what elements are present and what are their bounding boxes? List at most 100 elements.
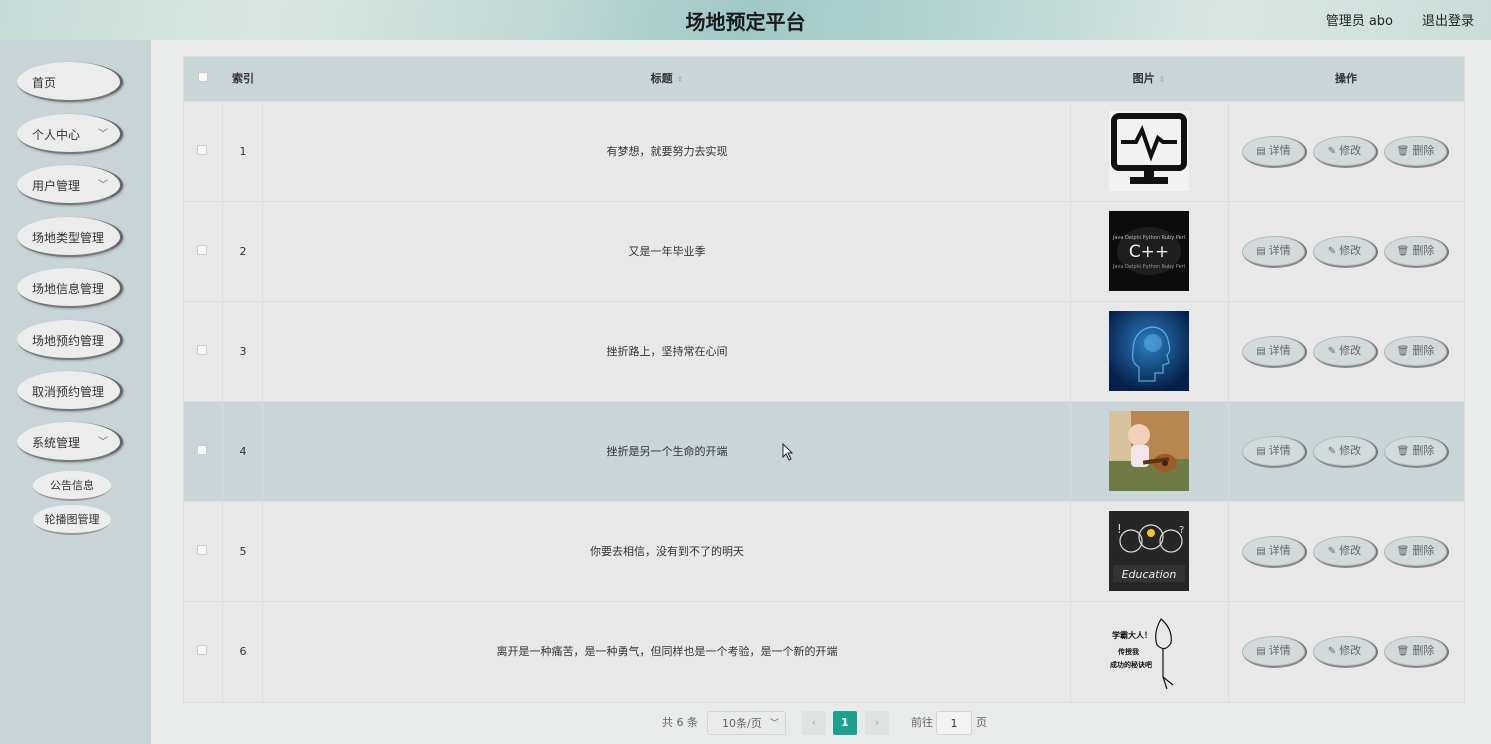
education-image[interactable]: ! ? Education [1109, 511, 1189, 591]
row-title: 又是一年毕业季 [628, 245, 706, 258]
programming-words-image[interactable]: C++ Java Delphi Python Ruby Perl Java De… [1109, 211, 1189, 291]
table-row[interactable]: 2 又是一年毕业季 C++ Java Delphi Python Ruby Pe… [184, 201, 1464, 301]
delete-label: 删除 [1412, 244, 1435, 257]
chevron-down-icon: ﹀ [98, 437, 108, 448]
column-header-title-label: 标题 [650, 72, 673, 85]
row-checkbox[interactable] [197, 502, 207, 602]
cartoon-text-3: 成功的秘诀吧 [1110, 660, 1152, 669]
sidebar-item-label: 取消预约管理 [32, 385, 105, 399]
document-icon: ▤ [1256, 246, 1266, 257]
table-row[interactable]: 6 离开是一种痛苦，是一种勇气，但同样也是一个考验，是一个新的开端 学霸大人！ … [184, 601, 1464, 701]
page-number-current[interactable]: 1 [833, 711, 857, 735]
document-icon: ▤ [1256, 346, 1266, 357]
sort-icon[interactable]: ⇳ [1159, 75, 1166, 84]
detail-label: 详情 [1268, 444, 1291, 457]
goto-page-input[interactable]: 1 [936, 711, 972, 735]
delete-button[interactable]: 🗑 删除 [1384, 636, 1449, 668]
column-divider [1070, 101, 1071, 703]
row-checkbox[interactable] [197, 202, 207, 302]
edit-button[interactable]: ✎ 修改 [1313, 636, 1378, 668]
row-checkbox[interactable] [197, 102, 207, 202]
row-checkbox[interactable] [197, 302, 207, 402]
document-icon: ▤ [1256, 646, 1266, 657]
page-unit-label: 页 [976, 716, 987, 729]
detail-button[interactable]: ▤ 详情 [1242, 136, 1307, 168]
edit-button[interactable]: ✎ 修改 [1313, 436, 1378, 468]
sidebar-item-venue-type[interactable]: 场地类型管理 [17, 217, 123, 257]
cartoon-text-1: 学霸大人！ [1112, 630, 1152, 640]
sidebar-item-personal-center[interactable]: 个人中心 ﹀ [17, 114, 123, 154]
pagination-total: 共 6 条 [662, 716, 698, 729]
sidebar-item-cancel-booking[interactable]: 取消预约管理 [17, 371, 123, 411]
sort-icon[interactable]: ⇳ [677, 75, 684, 84]
sidebar-item-venue-info[interactable]: 场地信息管理 [17, 268, 123, 308]
svg-text:!: ! [1117, 522, 1122, 536]
chevron-down-icon: ﹀ [98, 129, 108, 140]
detail-label: 详情 [1268, 344, 1291, 357]
pencil-icon: ✎ [1327, 346, 1337, 357]
trash-icon: 🗑 [1396, 446, 1410, 457]
edit-label: 修改 [1339, 544, 1362, 557]
admin-name: 管理员 abo [1325, 14, 1393, 29]
table-row[interactable]: 4 挫折是另一个生命的开端 ▤ 详情 ✎ 修改 🗑 删除 [184, 401, 1464, 501]
detail-button[interactable]: ▤ 详情 [1242, 336, 1307, 368]
delete-button[interactable]: 🗑 删除 [1384, 436, 1449, 468]
edit-button[interactable]: ✎ 修改 [1313, 236, 1378, 268]
prev-page-button[interactable]: ‹ [802, 711, 826, 735]
trash-icon: 🗑 [1396, 346, 1410, 357]
table-row[interactable]: 1 有梦想，就要努力去实现 ▤ 详情 ✎ 修改 🗑 删除 [184, 101, 1464, 201]
next-page-button[interactable]: › [865, 711, 889, 735]
cloud-main-text: C++ [1129, 242, 1169, 262]
select-all-checkbox[interactable] [198, 57, 208, 101]
baby-guitar-image[interactable] [1109, 411, 1189, 491]
data-table: 索引 标题 ⇳ 图片 ⇳ 操作 1 有梦想，就要努力去实现 ▤ 详情 ✎ 修改 🗑 删除 [183, 56, 1465, 703]
logout-link[interactable]: 退出登录 [1422, 10, 1474, 29]
row-checkbox[interactable] [197, 602, 207, 702]
row-checkbox[interactable] [197, 402, 207, 502]
column-header-image-label: 图片 [1132, 72, 1155, 85]
page-size-select[interactable]: 10条/页 ﹀ [707, 711, 786, 735]
pencil-icon: ✎ [1327, 246, 1337, 257]
edit-label: 修改 [1339, 344, 1362, 357]
row-title: 挫折是另一个生命的开端 [606, 445, 728, 458]
row-index: 2 [239, 245, 247, 258]
table-row[interactable]: 5 你要去相信，没有到不了的明天 ! ? Education ▤ 详情 ✎ 修改 🗑… [184, 501, 1464, 601]
delete-button[interactable]: 🗑 删除 [1384, 136, 1449, 168]
detail-button[interactable]: ▤ 详情 [1242, 536, 1307, 568]
edit-button[interactable]: ✎ 修改 [1313, 336, 1378, 368]
detail-label: 详情 [1268, 244, 1291, 257]
delete-label: 删除 [1412, 544, 1435, 557]
sidebar-subitem-carousel[interactable]: 轮播图管理 [33, 505, 111, 535]
column-divider [222, 101, 223, 703]
column-header-title[interactable]: 标题 ⇳ [264, 57, 1070, 101]
sidebar-item-home[interactable]: 首页 [17, 62, 123, 102]
column-divider [262, 101, 263, 703]
document-icon: ▤ [1256, 446, 1266, 457]
column-header-image[interactable]: 图片 ⇳ [1070, 57, 1228, 101]
row-index: 3 [239, 345, 247, 358]
detail-button[interactable]: ▤ 详情 [1242, 236, 1307, 268]
digital-head-image[interactable] [1109, 311, 1189, 391]
delete-button[interactable]: 🗑 删除 [1384, 336, 1449, 368]
edit-label: 修改 [1339, 244, 1362, 257]
sidebar-item-system[interactable]: 系统管理 ﹀ [17, 422, 123, 462]
detail-label: 详情 [1268, 144, 1291, 157]
column-header-index: 索引 [232, 72, 254, 85]
delete-button[interactable]: 🗑 删除 [1384, 536, 1449, 568]
sidebar-item-venue-booking[interactable]: 场地预约管理 [17, 320, 123, 360]
row-index: 5 [239, 545, 247, 558]
detail-button[interactable]: ▤ 详情 [1242, 436, 1307, 468]
edit-button[interactable]: ✎ 修改 [1313, 536, 1378, 568]
sidebar-item-user-management[interactable]: 用户管理 ﹀ [17, 165, 123, 205]
edit-button[interactable]: ✎ 修改 [1313, 136, 1378, 168]
sidebar-item-label: 用户管理 [32, 179, 81, 193]
pencil-icon: ✎ [1327, 446, 1337, 457]
cartoon-image[interactable]: 学霸大人！ 传授我 成功的秘诀吧 [1109, 611, 1189, 691]
detail-label: 详情 [1268, 544, 1291, 557]
pencil-icon: ✎ [1327, 146, 1337, 157]
detail-button[interactable]: ▤ 详情 [1242, 636, 1307, 668]
table-row[interactable]: 3 挫折路上，坚持常在心间 ▤ 详情 ✎ 修改 🗑 删除 [184, 301, 1464, 401]
delete-button[interactable]: 🗑 删除 [1384, 236, 1449, 268]
monitor-heartbeat-icon[interactable] [1109, 111, 1189, 191]
sidebar-subitem-announcements[interactable]: 公告信息 [33, 471, 111, 501]
